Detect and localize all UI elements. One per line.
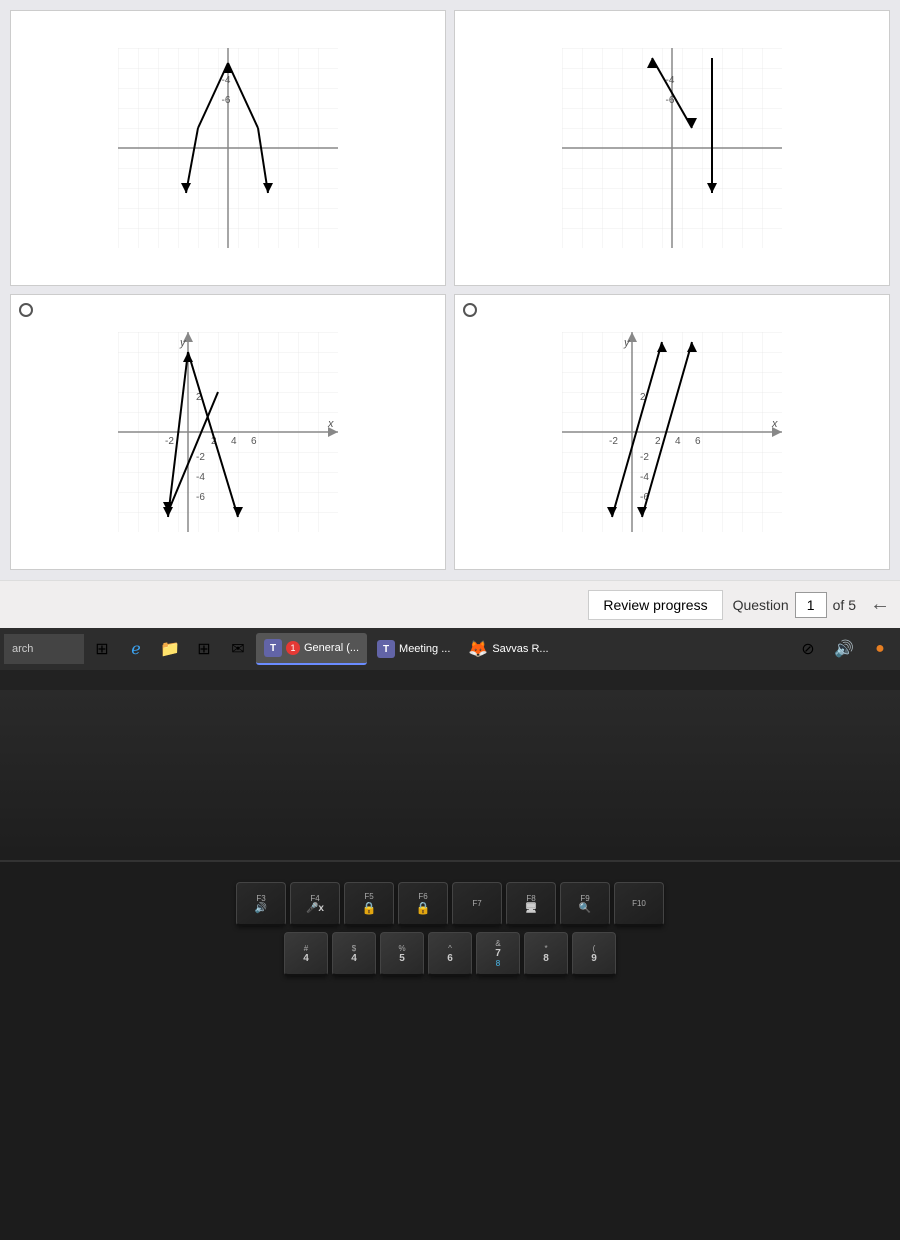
taskbar-edge-icon[interactable]: ℯ bbox=[120, 633, 152, 665]
graph-svg-top-right: -4 -6 bbox=[562, 48, 782, 248]
svg-text:-4: -4 bbox=[640, 472, 649, 483]
key-f9[interactable]: F9 🔍 bbox=[560, 882, 610, 926]
svg-text:-4: -4 bbox=[222, 75, 231, 86]
system-tray: ⊘ 🔊 ● bbox=[792, 633, 896, 665]
laptop-body: DELL F3 🔊 F4 🎤x F5 🔒 F6 🔒 F7 bbox=[0, 690, 900, 1240]
key-f3[interactable]: F3 🔊 bbox=[236, 882, 286, 926]
content-area: -4 -6 bbox=[0, 0, 900, 580]
key-f10[interactable]: F10 bbox=[614, 882, 664, 926]
key-f8[interactable]: F8 🖥 bbox=[506, 882, 556, 926]
svg-text:-4: -4 bbox=[196, 472, 205, 483]
graph-panel-bottom-right[interactable]: 2 -2 -4 -6 2 4 6 -2 y x bbox=[454, 294, 890, 570]
key-lparen-9[interactable]: ( 9 bbox=[572, 932, 616, 976]
question-label: Question bbox=[733, 597, 789, 613]
graph-panel-bottom-left[interactable]: 2 -2 -4 -6 2 4 6 -2 y x bbox=[10, 294, 446, 570]
teams-icon-2: T bbox=[377, 640, 395, 658]
question-number-input[interactable] bbox=[795, 592, 827, 618]
taskbar-app-teams-meeting[interactable]: T Meeting ... bbox=[369, 633, 458, 665]
svg-text:-2: -2 bbox=[196, 452, 205, 463]
key-dollar-4[interactable]: $ 4 bbox=[332, 932, 376, 976]
svg-text:6: 6 bbox=[695, 436, 701, 447]
graph-svg-top-left: -4 -6 bbox=[118, 48, 338, 248]
keyboard-area: F3 🔊 F4 🎤x F5 🔒 F6 🔒 F7 F8 🖥 bbox=[0, 860, 900, 1240]
taskbar-mail-icon[interactable]: ✉ bbox=[222, 633, 254, 665]
taskbar-search[interactable]: arch bbox=[4, 634, 84, 664]
taskbar-app-teams-general[interactable]: T 1 General (... bbox=[256, 633, 367, 665]
key-percent-5[interactable]: % 5 bbox=[380, 932, 424, 976]
key-f5[interactable]: F5 🔒 bbox=[344, 882, 394, 926]
question-area: Question of 5 bbox=[733, 592, 856, 618]
svg-text:-2: -2 bbox=[165, 436, 174, 447]
key-amp-7[interactable]: & 7 8 bbox=[476, 932, 520, 976]
svg-text:-6: -6 bbox=[196, 492, 205, 503]
key-star-8[interactable]: * 8 bbox=[524, 932, 568, 976]
teams-badge-1: 1 bbox=[286, 641, 300, 655]
graph-panel-top-left: -4 -6 bbox=[10, 10, 446, 286]
notification-icon[interactable]: ● bbox=[864, 633, 896, 665]
firefox-label: Savvas R... bbox=[492, 643, 548, 655]
key-f4[interactable]: F4 🎤x bbox=[290, 882, 340, 926]
svg-text:x: x bbox=[327, 418, 334, 430]
taskbar-split-icon[interactable]: ⊞ bbox=[86, 633, 118, 665]
svg-text:-6: -6 bbox=[222, 95, 231, 106]
graph-panel-top-right: -4 -6 bbox=[454, 10, 890, 286]
svg-text:2: 2 bbox=[655, 436, 661, 447]
graph-svg-bottom-left: 2 -2 -4 -6 2 4 6 -2 y x bbox=[118, 332, 338, 532]
teams-icon-1: T bbox=[264, 639, 282, 657]
svg-text:4: 4 bbox=[675, 436, 681, 447]
graph-svg-bottom-right: 2 -2 -4 -6 2 4 6 -2 y x bbox=[562, 332, 782, 532]
radio-bottom-right[interactable] bbox=[463, 303, 477, 317]
svg-text:-2: -2 bbox=[609, 436, 618, 447]
taskbar: arch ⊞ ℯ 📁 ⊞ ✉ T 1 General (... T Meetin… bbox=[0, 628, 900, 670]
radio-bottom-left[interactable] bbox=[19, 303, 33, 317]
taskbar-windows-store-icon[interactable]: ⊞ bbox=[188, 633, 220, 665]
svg-text:-2: -2 bbox=[640, 452, 649, 463]
review-progress-button[interactable]: Review progress bbox=[588, 590, 722, 620]
key-caret-6[interactable]: ^ 6 bbox=[428, 932, 472, 976]
back-arrow-button[interactable]: ← bbox=[870, 593, 890, 616]
key-f6[interactable]: F6 🔒 bbox=[398, 882, 448, 926]
key-hash-4[interactable]: # 4 bbox=[284, 932, 328, 976]
key-f7[interactable]: F7 bbox=[452, 882, 502, 926]
function-key-row: F3 🔊 F4 🎤x F5 🔒 F6 🔒 F7 F8 🖥 bbox=[60, 882, 840, 926]
search-text: arch bbox=[12, 643, 33, 655]
svg-text:6: 6 bbox=[251, 436, 257, 447]
svg-text:4: 4 bbox=[231, 436, 237, 447]
svg-text:x: x bbox=[771, 418, 778, 430]
taskbar-folder-icon[interactable]: 📁 bbox=[154, 633, 186, 665]
screen-area: -4 -6 bbox=[0, 0, 900, 580]
teams-general-label: General (... bbox=[304, 642, 359, 654]
taskbar-app-firefox[interactable]: 🦊 Savvas R... bbox=[460, 633, 556, 665]
volume-icon[interactable]: 🔊 bbox=[828, 633, 860, 665]
bottom-control-bar: Review progress Question of 5 ← bbox=[0, 580, 900, 628]
teams-meeting-label: Meeting ... bbox=[399, 643, 450, 655]
wifi-icon[interactable]: ⊘ bbox=[792, 633, 824, 665]
laptop-bezel bbox=[0, 670, 900, 690]
firefox-icon: 🦊 bbox=[468, 639, 488, 659]
of-label: of 5 bbox=[833, 597, 856, 613]
number-key-row: # 4 $ 4 % 5 ^ 6 & 7 8 * 8 bbox=[60, 932, 840, 976]
